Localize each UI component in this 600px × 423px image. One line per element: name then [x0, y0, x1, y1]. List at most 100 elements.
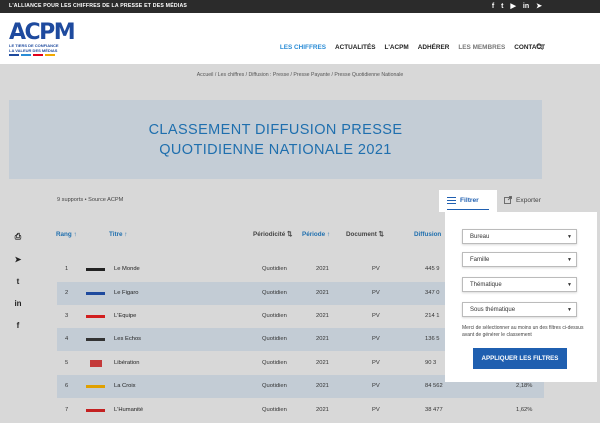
page-title-line-1: CLASSEMENT DIFFUSION PRESSE [148, 122, 403, 138]
document: PV [372, 266, 380, 272]
document: PV [372, 290, 380, 296]
top-bar: L'ALLIANCE POUR LES CHIFFRES DE LA PRESS… [0, 0, 600, 13]
diffusion: 84 562 [425, 383, 443, 389]
chevron-down-icon: ▼ [567, 307, 572, 313]
filter-note: Merci de sélectionner au moins un des fi… [462, 325, 584, 338]
nav-item-acpm[interactable]: L'ACPM [385, 44, 409, 51]
rank: 4 [65, 336, 69, 342]
title-logo [86, 385, 105, 388]
title: Les Echos [114, 336, 142, 342]
title: Libération [114, 360, 140, 366]
header-titre[interactable]: Titre ↑ [109, 231, 127, 238]
header-periode[interactable]: Période ↑ [302, 231, 330, 238]
nav-item-adherer[interactable]: ADHÉRER [418, 44, 450, 51]
search-icon[interactable] [536, 43, 543, 50]
linkedin-share-icon[interactable]: in [13, 299, 23, 308]
period: 2021 [316, 313, 329, 319]
filter-button[interactable]: Filtrer [439, 190, 497, 212]
document: PV [372, 336, 380, 342]
period: 2021 [316, 290, 329, 296]
export-label: Exporter [516, 196, 541, 204]
title-logo [86, 292, 105, 295]
apply-filters-button[interactable]: APPLIQUER LES FILTRES [473, 348, 567, 369]
telegram-share-icon[interactable]: ➤ [13, 255, 23, 264]
nav-item-chiffres[interactable]: LES CHIFFRES [280, 44, 326, 51]
nav-item-membres[interactable]: LES MEMBRES [458, 44, 505, 51]
document: PV [372, 313, 380, 319]
title-logo [86, 315, 105, 318]
rank: 2 [65, 290, 69, 296]
export-button[interactable]: Exporter [504, 196, 541, 204]
filter-label: Filtrer [460, 197, 479, 204]
export-icon [504, 196, 512, 204]
chevron-down-icon: ▼ [567, 282, 572, 288]
logo-line-2: LA VALEUR DES MÉDIAS [9, 47, 58, 53]
table-row[interactable]: 7 L'Humanité Quotidien 2021 PV 38 477 1,… [57, 399, 544, 422]
period: 2021 [316, 336, 329, 342]
page-title-line-2: QUOTIDIENNE NATIONALE 2021 [159, 142, 392, 158]
periodicity: Quotidien [262, 336, 287, 342]
tagline: L'ALLIANCE POUR LES CHIFFRES DE LA PRESS… [9, 3, 188, 9]
thematique-select[interactable]: Thématique ▼ [462, 277, 577, 292]
header-diffusion[interactable]: Diffusion [414, 231, 441, 238]
periodicity: Quotidien [262, 313, 287, 319]
diffusion: 38 477 [425, 407, 443, 413]
title: Le Figaro [114, 290, 139, 296]
rank: 5 [65, 360, 69, 366]
linkedin-icon[interactable]: in [523, 2, 529, 11]
diffusion: 347 0 [425, 290, 440, 296]
rank: 1 [65, 266, 69, 272]
chevron-down-icon: ▼ [567, 234, 572, 240]
twitter-icon[interactable]: t [501, 2, 503, 11]
periodicity: Quotidien [262, 360, 287, 366]
period: 2021 [316, 407, 329, 413]
document: PV [372, 383, 380, 389]
filter-panel: Bureau ▼ Famille ▼ Thématique ▼ Sous thé… [445, 212, 597, 382]
period: 2021 [316, 383, 329, 389]
logo-text: ACPM [9, 20, 76, 45]
chevron-down-icon: ▼ [567, 257, 572, 263]
breadcrumb[interactable]: Accueil / Les chiffres / Diffusion : Pre… [0, 72, 600, 78]
filter-icon [447, 197, 456, 204]
facebook-share-icon[interactable]: f [13, 321, 23, 330]
title-logo [86, 338, 105, 341]
diffusion: 445 9 [425, 266, 440, 272]
header-rang[interactable]: Rang ↑ [56, 231, 77, 238]
telegram-icon[interactable]: ➤ [536, 2, 542, 11]
title: Le Monde [114, 266, 140, 272]
supports-count: 9 supports • Source ACPM [57, 197, 124, 203]
logo[interactable]: ACPM LE TIERS DE CONFIANCE LA VALEUR DES… [9, 20, 76, 64]
share-bar: ⎙ ➤ t in f [13, 232, 23, 330]
hero-banner: CLASSEMENT DIFFUSION PRESSE QUOTIDIENNE … [9, 100, 542, 179]
facebook-icon[interactable]: f [492, 2, 494, 11]
social-links: f t ▶ in ➤ [492, 2, 542, 11]
title-logo [90, 360, 102, 367]
header-document[interactable]: Document ⇅ [346, 231, 384, 238]
main-nav: LES CHIFFRES ACTUALITÉS L'ACPM ADHÉRER L… [280, 44, 545, 51]
bureau-select[interactable]: Bureau ▼ [462, 229, 577, 244]
rank: 3 [65, 313, 69, 319]
title: La Croix [114, 383, 136, 389]
periodicity: Quotidien [262, 290, 287, 296]
periodicity: Quotidien [262, 407, 287, 413]
filter-underline [447, 208, 489, 210]
document: PV [372, 360, 380, 366]
logo-color-bar [9, 54, 69, 56]
diffusion: 214 1 [425, 313, 440, 319]
select-value: Thématique [470, 282, 502, 288]
select-value: Bureau [470, 234, 490, 240]
periodicity: Quotidien [262, 266, 287, 272]
rank: 6 [65, 383, 69, 389]
select-value: Sous thématique [470, 307, 516, 313]
select-value: Famille [470, 257, 490, 263]
youtube-icon[interactable]: ▶ [511, 2, 516, 11]
famille-select[interactable]: Famille ▼ [462, 252, 577, 267]
document: PV [372, 407, 380, 413]
header-periodicite[interactable]: Périodicité ⇅ [253, 231, 292, 238]
period: 2021 [316, 266, 329, 272]
rank: 7 [65, 407, 69, 413]
sous-thematique-select[interactable]: Sous thématique ▼ [462, 302, 577, 317]
title-logo [86, 268, 105, 271]
nav-item-actualites[interactable]: ACTUALITÉS [335, 44, 375, 51]
twitter-share-icon[interactable]: t [13, 277, 23, 286]
